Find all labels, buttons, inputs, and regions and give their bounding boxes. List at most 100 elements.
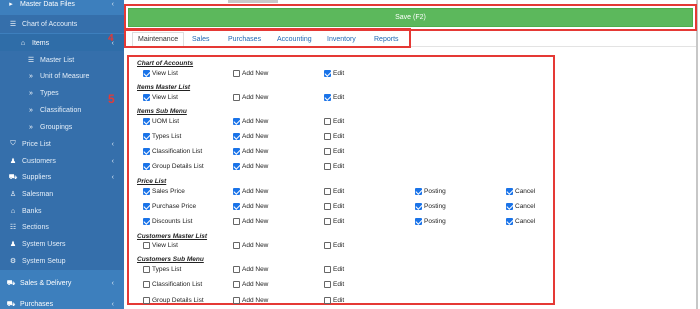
permission-items-sub-menu-add-new[interactable]: Add New xyxy=(233,118,268,125)
tab-sales[interactable]: Sales xyxy=(192,32,210,46)
permission-customers-sub-menu-classification-list[interactable]: Classification List xyxy=(143,281,202,288)
permission-price-list-edit[interactable]: Edit xyxy=(324,203,344,210)
permission-price-list-purchase-price[interactable]: Purchase Price xyxy=(143,203,196,210)
permission-price-list-add-new[interactable]: Add New xyxy=(233,218,268,225)
permission-customers-sub-menu-edit[interactable]: Edit xyxy=(324,281,344,288)
permission-items-sub-menu-add-new[interactable]: Add New xyxy=(233,148,268,155)
checkbox-checked[interactable] xyxy=(143,133,150,140)
permission-price-list-discounts-list[interactable]: Discounts List xyxy=(143,218,192,225)
checkbox-unchecked[interactable] xyxy=(233,94,240,101)
permission-price-list-posting[interactable]: Posting xyxy=(415,188,446,195)
permission-customers-sub-menu-edit[interactable]: Edit xyxy=(324,266,344,273)
checkbox-unchecked[interactable] xyxy=(233,266,240,273)
permission-items-sub-menu-edit[interactable]: Edit xyxy=(324,133,344,140)
checkbox-checked[interactable] xyxy=(506,218,513,225)
permission-price-list-sales-price[interactable]: Sales Price xyxy=(143,188,185,195)
checkbox-unchecked[interactable] xyxy=(324,297,331,304)
checkbox-unchecked[interactable] xyxy=(324,281,331,288)
tab-inventory[interactable]: Inventory xyxy=(327,32,356,46)
checkbox-checked[interactable] xyxy=(143,94,150,101)
permission-price-list-edit[interactable]: Edit xyxy=(324,188,344,195)
tab-reports[interactable]: Reports xyxy=(374,32,399,46)
checkbox-checked[interactable] xyxy=(324,70,331,77)
checkbox-checked[interactable] xyxy=(143,70,150,77)
sidebar-item-system-setup[interactable]: ⚙ System Setup xyxy=(0,252,124,270)
sidebar-item-master-data-files[interactable]: ▸ Master Data Files ‹ xyxy=(0,0,124,13)
checkbox-checked[interactable] xyxy=(415,203,422,210)
permission-customers-master-list-view-list[interactable]: View List xyxy=(143,242,178,249)
checkbox-unchecked[interactable] xyxy=(324,133,331,140)
permission-customers-sub-menu-edit[interactable]: Edit xyxy=(324,297,344,304)
checkbox-unchecked[interactable] xyxy=(143,242,150,249)
permission-price-list-add-new[interactable]: Add New xyxy=(233,188,268,195)
permission-customers-sub-menu-add-new[interactable]: Add New xyxy=(233,281,268,288)
permission-items-sub-menu-group-details-list[interactable]: Group Details List xyxy=(143,163,204,170)
sidebar-item-price-list[interactable]: ⛉ Price List ‹ xyxy=(0,135,124,153)
checkbox-checked[interactable] xyxy=(324,94,331,101)
permission-price-list-add-new[interactable]: Add New xyxy=(233,203,268,210)
checkbox-unchecked[interactable] xyxy=(143,266,150,273)
sidebar-item-sections[interactable]: ☷ Sections xyxy=(0,218,124,236)
permission-items-master-list-edit[interactable]: Edit xyxy=(324,94,344,101)
checkbox-checked[interactable] xyxy=(506,188,513,195)
permission-price-list-cancel[interactable]: Cancel xyxy=(506,203,535,210)
checkbox-checked[interactable] xyxy=(415,188,422,195)
tab-maintenance[interactable]: Maintenance xyxy=(132,32,185,46)
permission-items-sub-menu-add-new[interactable]: Add New xyxy=(233,133,268,140)
sidebar-item-salesman[interactable]: ♙ Salesman xyxy=(0,185,124,203)
checkbox-unchecked[interactable] xyxy=(324,188,331,195)
permission-items-master-list-add-new[interactable]: Add New xyxy=(233,94,268,101)
permission-items-sub-menu-uom-list[interactable]: UOM List xyxy=(143,118,179,125)
permission-items-sub-menu-edit[interactable]: Edit xyxy=(324,148,344,155)
checkbox-unchecked[interactable] xyxy=(233,70,240,77)
sidebar-item-unit-of-measure[interactable]: » Unit of Measure xyxy=(0,67,124,85)
permission-customers-master-list-add-new[interactable]: Add New xyxy=(233,242,268,249)
permission-items-sub-menu-edit[interactable]: Edit xyxy=(324,163,344,170)
checkbox-unchecked[interactable] xyxy=(324,118,331,125)
checkbox-checked[interactable] xyxy=(233,203,240,210)
checkbox-unchecked[interactable] xyxy=(233,297,240,304)
sidebar-item-classification[interactable]: » Classification xyxy=(0,101,124,119)
permission-items-sub-menu-types-list[interactable]: Types List xyxy=(143,133,181,140)
checkbox-unchecked[interactable] xyxy=(324,148,331,155)
permission-items-master-list-view-list[interactable]: View List xyxy=(143,94,178,101)
permission-items-sub-menu-add-new[interactable]: Add New xyxy=(233,163,268,170)
permission-customers-sub-menu-add-new[interactable]: Add New xyxy=(233,297,268,304)
checkbox-checked[interactable] xyxy=(143,203,150,210)
permission-items-sub-menu-edit[interactable]: Edit xyxy=(324,118,344,125)
checkbox-checked[interactable] xyxy=(233,118,240,125)
sidebar-item-groupings[interactable]: » Groupings xyxy=(0,118,124,136)
checkbox-checked[interactable] xyxy=(143,148,150,155)
sidebar-item-chart-of-accounts[interactable]: ☰ Chart of Accounts xyxy=(0,15,124,33)
checkbox-unchecked[interactable] xyxy=(324,203,331,210)
checkbox-unchecked[interactable] xyxy=(143,297,150,304)
checkbox-unchecked[interactable] xyxy=(324,163,331,170)
permission-items-sub-menu-classification-list[interactable]: Classification List xyxy=(143,148,202,155)
checkbox-unchecked[interactable] xyxy=(233,242,240,249)
sidebar-item-suppliers[interactable]: ⛟ Suppliers ‹ xyxy=(0,168,124,186)
save-button[interactable]: Save (F2) xyxy=(128,8,693,27)
checkbox-unchecked[interactable] xyxy=(324,218,331,225)
checkbox-checked[interactable] xyxy=(233,163,240,170)
checkbox-unchecked[interactable] xyxy=(233,281,240,288)
permission-price-list-posting[interactable]: Posting xyxy=(415,203,446,210)
checkbox-checked[interactable] xyxy=(415,218,422,225)
permission-customers-master-list-edit[interactable]: Edit xyxy=(324,242,344,249)
permission-chart-of-accounts-view-list[interactable]: View List xyxy=(143,70,178,77)
checkbox-checked[interactable] xyxy=(233,188,240,195)
permission-customers-sub-menu-add-new[interactable]: Add New xyxy=(233,266,268,273)
checkbox-unchecked[interactable] xyxy=(324,242,331,249)
tab-accounting[interactable]: Accounting xyxy=(277,32,312,46)
permission-chart-of-accounts-edit[interactable]: Edit xyxy=(324,70,344,77)
permission-customers-sub-menu-types-list[interactable]: Types List xyxy=(143,266,181,273)
sidebar-item-system-users[interactable]: ♟ System Users xyxy=(0,235,124,253)
checkbox-unchecked[interactable] xyxy=(233,218,240,225)
permission-chart-of-accounts-add-new[interactable]: Add New xyxy=(233,70,268,77)
tab-purchases[interactable]: Purchases xyxy=(228,32,261,46)
sidebar-item-purchases[interactable]: ⛟ Purchases ‹ xyxy=(0,295,124,309)
permission-price-list-edit[interactable]: Edit xyxy=(324,218,344,225)
checkbox-unchecked[interactable] xyxy=(143,281,150,288)
checkbox-checked[interactable] xyxy=(143,218,150,225)
permission-price-list-cancel[interactable]: Cancel xyxy=(506,188,535,195)
checkbox-checked[interactable] xyxy=(143,163,150,170)
